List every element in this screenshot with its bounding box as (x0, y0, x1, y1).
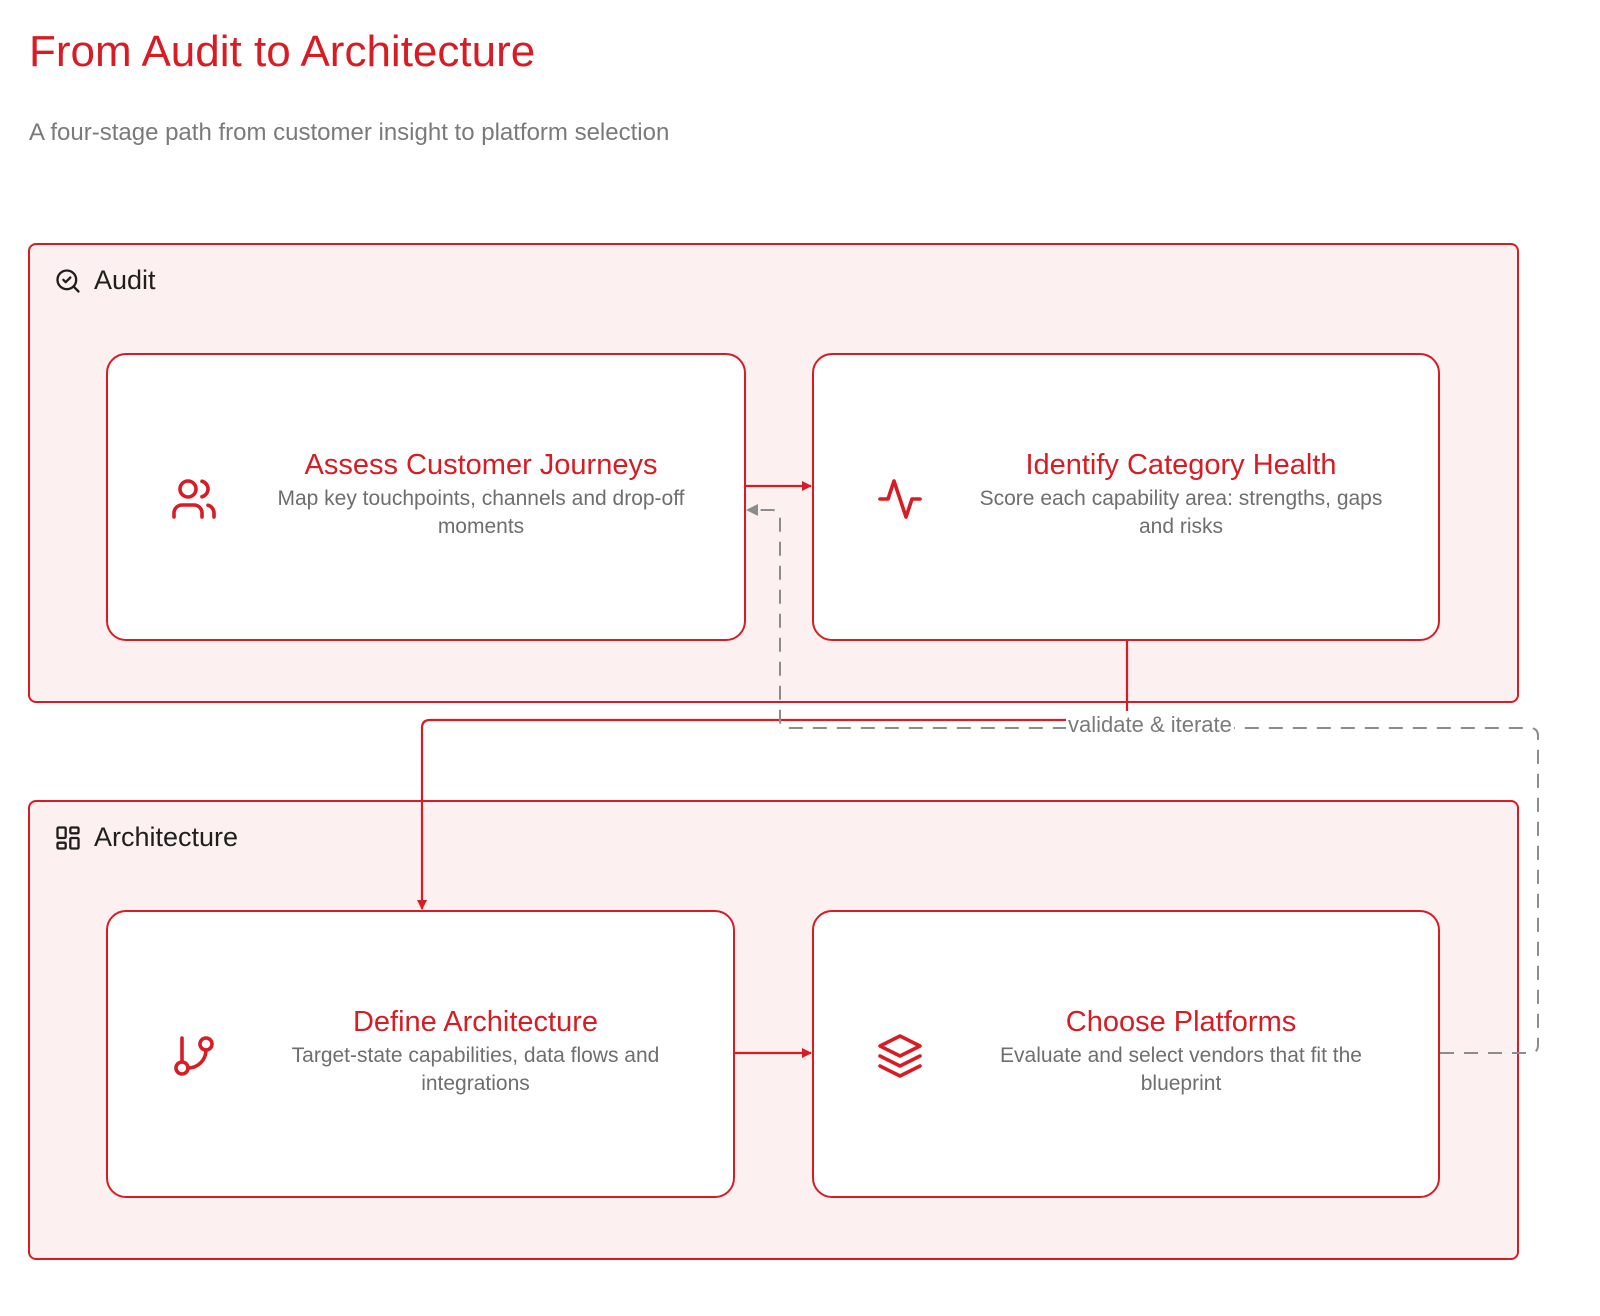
edge-label-validate-iterate: validate & iterate (1066, 711, 1234, 739)
edge-feedback-dashed (746, 504, 1539, 1054)
edge-identify-to-define (417, 641, 1129, 910)
edges-layer (417, 481, 1539, 1058)
